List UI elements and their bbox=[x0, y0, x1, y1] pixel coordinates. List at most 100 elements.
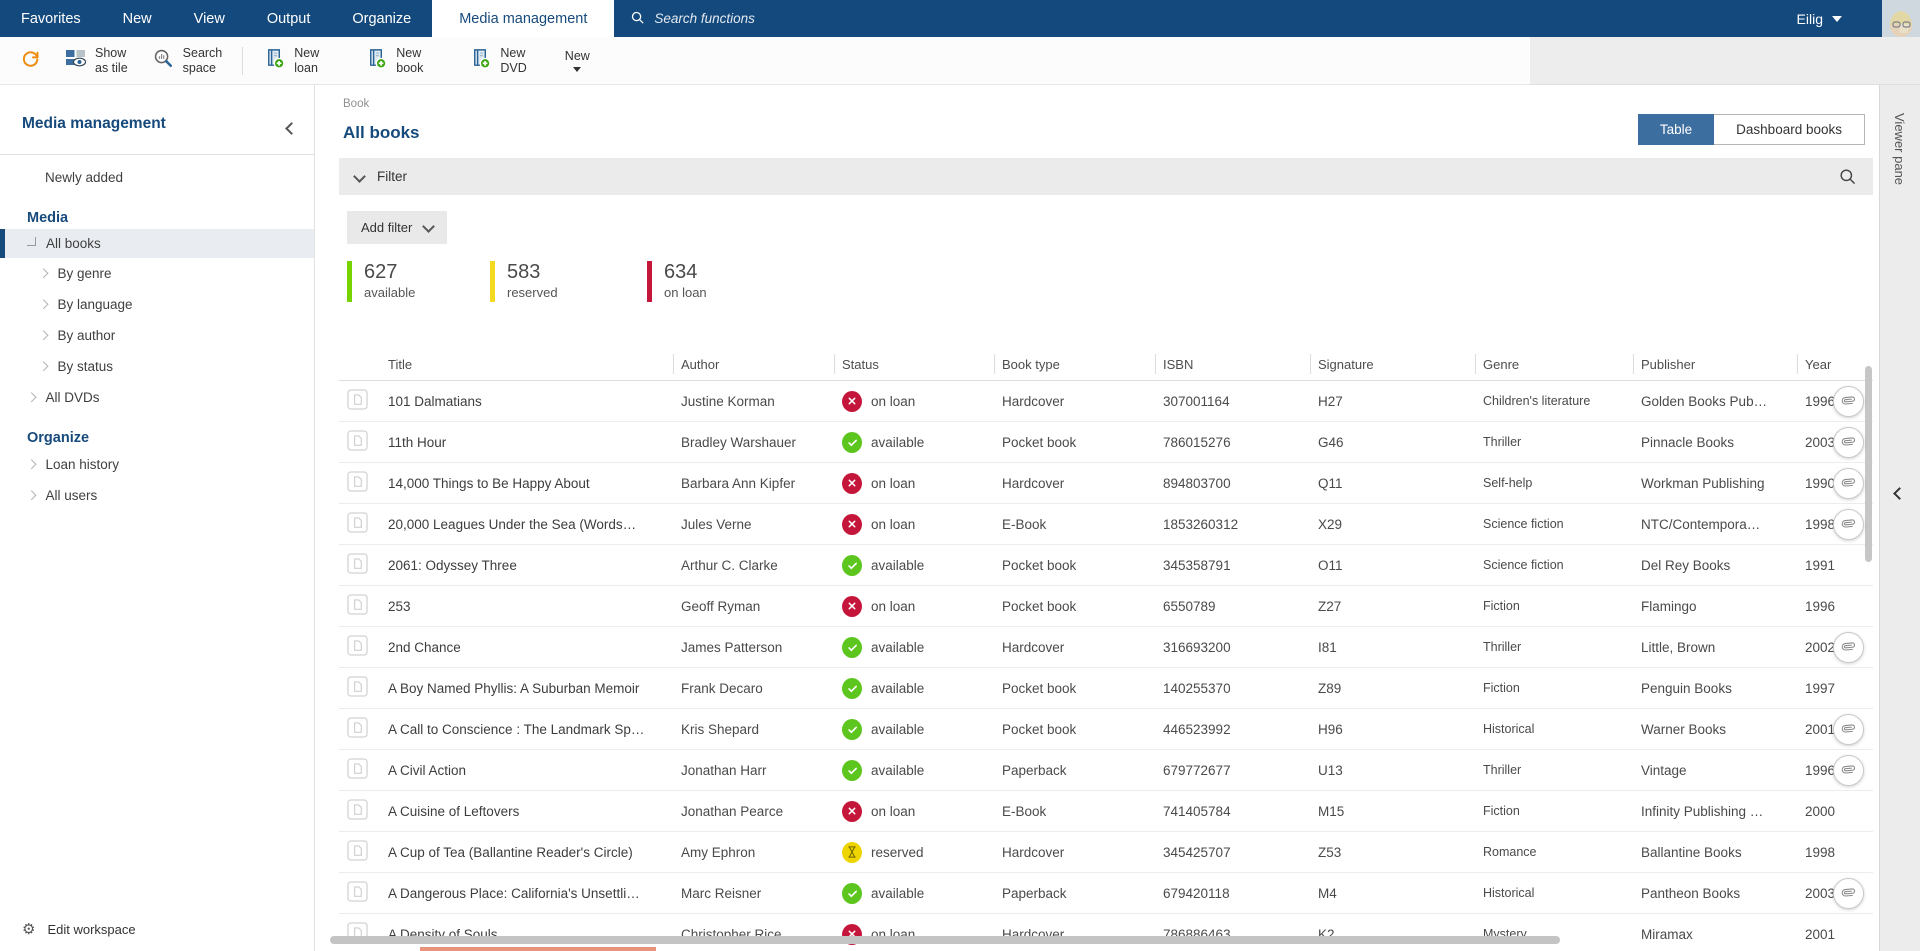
table-row[interactable]: 14,000 Things to Be Happy About Barbara A… bbox=[339, 463, 1873, 504]
table-row[interactable]: 2061: Odyssey Three Arthur C. Clarke avail… bbox=[339, 545, 1873, 586]
column-header-isbn[interactable]: ISBN bbox=[1155, 348, 1310, 380]
table-row[interactable]: 2nd Chance James Patterson available Hardco… bbox=[339, 627, 1873, 668]
cell-title: 101 Dalmatians bbox=[388, 393, 482, 409]
cell-signature: H96 bbox=[1318, 721, 1343, 737]
attachment-button[interactable] bbox=[1833, 427, 1864, 458]
cell-genre: Thriller bbox=[1483, 640, 1522, 654]
cell-title: 14,000 Things to Be Happy About bbox=[388, 475, 590, 491]
new-book-label-1: New bbox=[396, 45, 422, 60]
cell-publisher: Golden Books Pub… bbox=[1641, 393, 1768, 409]
column-header-signature[interactable]: Signature bbox=[1310, 348, 1475, 380]
refresh-button[interactable] bbox=[8, 37, 53, 85]
sidebar-item-newly-added[interactable]: Newly added bbox=[0, 161, 314, 193]
search-space-label-2: space bbox=[182, 60, 217, 75]
table-row[interactable]: 20,000 Leagues Under the Sea (Words… Jule… bbox=[339, 504, 1873, 545]
attachment-button[interactable] bbox=[1833, 755, 1864, 786]
column-header-title[interactable]: Title bbox=[380, 348, 673, 380]
user-menu[interactable]: Eilig bbox=[1797, 0, 1842, 37]
attachment-button[interactable] bbox=[1833, 878, 1864, 909]
menu-favorites[interactable]: Favorites bbox=[0, 0, 102, 37]
document-preview-icon bbox=[339, 635, 380, 659]
tab-media-management[interactable]: Media management bbox=[432, 0, 615, 37]
status-label: available bbox=[871, 762, 925, 778]
viewer-pane-strip: Viewer pane bbox=[1879, 85, 1920, 951]
status-icon-available bbox=[842, 759, 862, 781]
sidebar-item-by-language[interactable]: By language bbox=[0, 289, 314, 320]
new-dvd-button[interactable]: New DVD bbox=[457, 37, 538, 85]
toolbar-right-area bbox=[1530, 37, 1920, 85]
column-header-genre[interactable]: Genre bbox=[1475, 348, 1633, 380]
add-filter-button[interactable]: Add filter bbox=[347, 211, 448, 244]
attachment-button[interactable] bbox=[1833, 632, 1864, 663]
column-header-year[interactable]: Year bbox=[1797, 348, 1873, 380]
sidebar-item-by-genre[interactable]: By genre bbox=[0, 258, 314, 289]
global-search-input[interactable]: Search functions bbox=[630, 0, 755, 37]
search-space-button[interactable]: Search space bbox=[140, 37, 235, 85]
attachment-button[interactable] bbox=[1833, 714, 1864, 745]
document-preview-icon bbox=[339, 717, 380, 741]
table-row[interactable]: A Cuisine of Leftovers Jonathan Pearce on … bbox=[339, 791, 1873, 832]
cell-title: A Cuisine of Leftovers bbox=[388, 803, 520, 819]
cell-author: Justine Korman bbox=[681, 393, 775, 409]
vertical-scrollbar[interactable] bbox=[1865, 366, 1872, 562]
new-loan-button[interactable]: New loan bbox=[251, 37, 331, 85]
sidebar-collapse-button[interactable] bbox=[285, 120, 298, 138]
view-toggle-table[interactable]: Table bbox=[1637, 114, 1715, 145]
column-header-author[interactable]: Author bbox=[673, 348, 834, 380]
sidebar-item-by-author[interactable]: By author bbox=[0, 320, 314, 351]
edit-workspace-button[interactable]: ⚙ Edit workspace bbox=[22, 922, 136, 938]
table-row[interactable]: A Dangerous Place: California's Unsettli… bbox=[339, 873, 1873, 914]
attachment-button[interactable] bbox=[1833, 509, 1864, 540]
sidebar-item-all-books[interactable]: All books bbox=[0, 229, 314, 258]
table-search-button[interactable] bbox=[1838, 167, 1857, 186]
breadcrumb: Book bbox=[343, 98, 370, 110]
cell-status: available bbox=[834, 554, 994, 576]
status-label: on loan bbox=[871, 475, 916, 491]
cell-signature: M15 bbox=[1318, 803, 1345, 819]
show-as-tile-label-2: as tile bbox=[95, 60, 128, 75]
show-as-tile-button[interactable]: Show as tile bbox=[53, 37, 140, 85]
column-header-book-type[interactable]: Book type bbox=[994, 348, 1155, 380]
cell-isbn: 6550789 bbox=[1163, 598, 1216, 614]
chevron-down-icon bbox=[573, 67, 582, 72]
table-row[interactable]: 11th Hour Bradley Warshauer available Pocke… bbox=[339, 422, 1873, 463]
search-space-label-1: Search bbox=[182, 45, 223, 60]
sidebar-item-all-dvds[interactable]: All DVDs bbox=[0, 382, 314, 413]
attachment-button[interactable] bbox=[1833, 468, 1864, 499]
new-dropdown-button[interactable]: New bbox=[553, 37, 602, 85]
sidebar-item-by-status[interactable]: By status bbox=[0, 351, 314, 382]
new-book-button[interactable]: New book bbox=[353, 37, 435, 85]
cell-author: Marc Reisner bbox=[681, 885, 762, 901]
table-row[interactable]: A Cup of Tea (Ballantine Reader's Circle… bbox=[339, 832, 1873, 873]
menu-organize[interactable]: Organize bbox=[331, 0, 432, 37]
attachment-button[interactable] bbox=[1833, 386, 1864, 417]
cell-signature: Q11 bbox=[1318, 475, 1343, 491]
document-preview-icon bbox=[339, 799, 380, 823]
viewer-pane-expand-button[interactable] bbox=[1893, 485, 1906, 503]
table-row[interactable]: A Civil Action Jonathan Harr available Pape… bbox=[339, 750, 1873, 791]
status-icon-available bbox=[842, 554, 862, 576]
table-row[interactable]: 101 Dalmatians Justine Korman on loan Hardc… bbox=[339, 381, 1873, 422]
table-row[interactable]: A Density of Souls Christopher Rice on loa… bbox=[339, 914, 1873, 951]
table-row[interactable]: 253 Geoff Ryman on loan Pocket book 6550789 Z… bbox=[339, 586, 1873, 627]
new-loan-icon bbox=[263, 47, 286, 74]
menu-new[interactable]: New bbox=[102, 0, 173, 37]
filter-expander[interactable]: Filter bbox=[339, 158, 1873, 195]
column-header-publisher[interactable]: Publisher bbox=[1633, 348, 1797, 380]
chevron-right-icon bbox=[26, 459, 36, 470]
menu-output[interactable]: Output bbox=[246, 0, 332, 37]
document-preview-icon bbox=[339, 389, 380, 413]
view-toggle-dashboard[interactable]: Dashboard books bbox=[1714, 114, 1865, 145]
table-row[interactable]: A Boy Named Phyllis: A Suburban Memoir Fr… bbox=[339, 668, 1873, 709]
sidebar-item-all-users[interactable]: All users bbox=[0, 480, 314, 511]
paperclip-icon bbox=[1841, 517, 1856, 533]
sidebar-item-loan-history[interactable]: Loan history bbox=[0, 449, 314, 480]
column-header-status[interactable]: Status bbox=[834, 348, 994, 380]
table-row[interactable]: A Call to Conscience : The Landmark Sp… K… bbox=[339, 709, 1873, 750]
cell-isbn: 307001164 bbox=[1163, 393, 1230, 409]
horizontal-scrollbar[interactable] bbox=[330, 936, 1560, 944]
menu-view[interactable]: View bbox=[173, 0, 246, 37]
toolbar-divider bbox=[242, 46, 244, 75]
status-label: reserved bbox=[871, 844, 924, 860]
stat-value: 627 bbox=[364, 261, 398, 283]
